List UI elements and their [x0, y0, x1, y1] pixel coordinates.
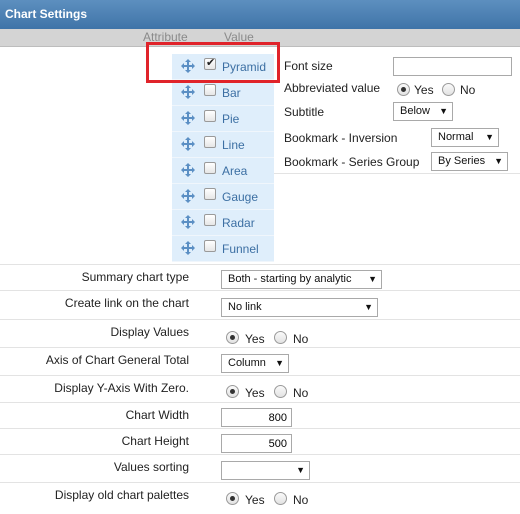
dropdown-arrow-icon: ▼ — [439, 106, 448, 116]
bookmark-inversion-label: Bookmark - Inversion — [284, 131, 398, 145]
chart-type-checkbox[interactable] — [204, 110, 216, 122]
move-icon[interactable] — [181, 241, 195, 255]
chart-height-label: Chart Height — [121, 434, 189, 448]
old-palettes-no-label: No — [293, 493, 309, 507]
move-icon[interactable] — [181, 163, 195, 177]
abbreviated-value-label: Abbreviated value — [284, 81, 381, 95]
chart-type-checkbox[interactable] — [204, 162, 216, 174]
summary-chart-type-row: Summary chart type Both - starting by an… — [0, 264, 520, 290]
display-values-yes-label: Yes — [245, 332, 265, 346]
chart-type-label: Funnel — [222, 242, 259, 256]
move-icon[interactable] — [181, 189, 195, 203]
values-sorting-select[interactable]: ▼ — [221, 461, 310, 480]
window-title: Chart Settings — [0, 0, 520, 29]
old-palettes-yes-label: Yes — [245, 493, 265, 507]
summary-chart-type-label: Summary chart type — [81, 270, 189, 284]
y-axis-zero-row: Display Y-Axis With Zero. Yes No — [0, 375, 520, 401]
chart-type-checkbox[interactable] — [204, 84, 216, 96]
summary-chart-type-select[interactable]: Both - starting by analytic ▼ — [221, 270, 382, 289]
chart-type-checkbox[interactable] — [204, 240, 216, 252]
chart-type-checkbox[interactable] — [204, 214, 216, 226]
bookmark-inversion-select[interactable]: Normal ▼ — [431, 128, 499, 147]
chart-type-item[interactable]: Area — [172, 158, 274, 184]
display-values-no-radio[interactable] — [274, 331, 287, 344]
chart-type-item[interactable]: Bar — [172, 80, 274, 106]
chart-width-label: Chart Width — [125, 408, 189, 422]
abbreviated-yes-label: Yes — [414, 83, 434, 97]
chart-type-label: Pie — [222, 112, 240, 126]
chart-type-checkbox[interactable] — [204, 136, 216, 148]
y-axis-zero-no-label: No — [293, 386, 309, 400]
create-link-select[interactable]: No link ▼ — [221, 298, 378, 317]
values-sorting-label: Values sorting — [113, 460, 189, 474]
abbreviated-no-label: No — [460, 83, 476, 97]
chart-height-row: Chart Height — [0, 428, 520, 454]
y-axis-zero-no-radio[interactable] — [274, 385, 287, 398]
create-link-label: Create link on the chart — [64, 296, 189, 310]
bookmark-series-group-select[interactable]: By Series ▼ — [431, 152, 508, 171]
chart-type-item[interactable]: Funnel — [172, 236, 274, 262]
chart-type-label: Bar — [222, 86, 241, 100]
chart-type-checkbox[interactable] — [204, 188, 216, 200]
display-values-label: Display Values — [110, 325, 189, 339]
chart-type-item[interactable]: Radar — [172, 210, 274, 236]
old-palettes-label: Display old chart palettes — [54, 488, 189, 502]
dropdown-arrow-icon: ▼ — [275, 358, 284, 368]
subtitle-label: Subtitle — [284, 105, 325, 119]
subtitle-select[interactable]: Below ▼ — [393, 102, 453, 121]
font-size-input[interactable] — [393, 57, 512, 76]
old-palettes-row: Display old chart palettes Yes No — [0, 482, 520, 514]
dropdown-arrow-icon: ▼ — [296, 465, 305, 475]
display-values-row: Display Values Yes No — [0, 319, 520, 346]
move-icon[interactable] — [181, 85, 195, 99]
chart-options-panel: Font size Abbreviated value Yes No Subti… — [274, 54, 520, 174]
y-axis-zero-label: Display Y-Axis With Zero. — [54, 381, 189, 395]
create-link-value: No link — [228, 301, 262, 313]
chart-type-item[interactable]: Line — [172, 132, 274, 158]
move-icon[interactable] — [181, 111, 195, 125]
display-values-no-label: No — [293, 332, 309, 346]
old-palettes-no-radio[interactable] — [274, 492, 287, 505]
abbreviated-yes-radio[interactable] — [397, 83, 410, 96]
chart-type-label: Radar — [222, 216, 255, 230]
chart-height-input[interactable] — [221, 434, 292, 453]
chart-type-item[interactable]: Pie — [172, 106, 274, 132]
values-sorting-row: Values sorting ▼ — [0, 454, 520, 480]
chart-width-input[interactable] — [221, 408, 292, 427]
chart-type-label: Gauge — [222, 190, 259, 204]
dropdown-arrow-icon: ▼ — [364, 302, 373, 312]
move-icon[interactable] — [181, 137, 195, 151]
chart-width-row: Chart Width — [0, 402, 520, 428]
chart-type-label: Line — [222, 138, 245, 152]
axis-general-total-label: Axis of Chart General Total — [45, 353, 189, 367]
bookmark-series-group-value: By Series — [438, 155, 486, 167]
display-values-yes-radio[interactable] — [226, 331, 239, 344]
bookmark-series-group-label: Bookmark - Series Group — [284, 155, 420, 169]
axis-general-total-select[interactable]: Column ▼ — [221, 354, 289, 373]
axis-general-total-value: Column — [228, 357, 266, 369]
abbreviated-no-radio[interactable] — [442, 83, 455, 96]
chart-type-item[interactable]: Gauge — [172, 184, 274, 210]
old-palettes-yes-radio[interactable] — [226, 492, 239, 505]
highlight-box — [146, 42, 280, 83]
summary-chart-type-value: Both - starting by analytic — [228, 273, 352, 285]
create-link-row: Create link on the chart No link ▼ — [0, 290, 520, 317]
font-size-label: Font size — [284, 59, 333, 73]
y-axis-zero-yes-label: Yes — [245, 386, 265, 400]
chart-type-label: Area — [222, 164, 248, 178]
axis-general-total-row: Axis of Chart General Total Column ▼ — [0, 347, 520, 373]
dropdown-arrow-icon: ▼ — [494, 156, 503, 166]
dropdown-arrow-icon: ▼ — [485, 132, 494, 142]
move-icon[interactable] — [181, 215, 195, 229]
bookmark-inversion-value: Normal — [438, 131, 474, 143]
chart-type-list: PyramidBarPieLineAreaGaugeRadarFunnel — [172, 54, 274, 262]
subtitle-value: Below — [400, 105, 430, 117]
y-axis-zero-yes-radio[interactable] — [226, 385, 239, 398]
dropdown-arrow-icon: ▼ — [368, 274, 377, 284]
